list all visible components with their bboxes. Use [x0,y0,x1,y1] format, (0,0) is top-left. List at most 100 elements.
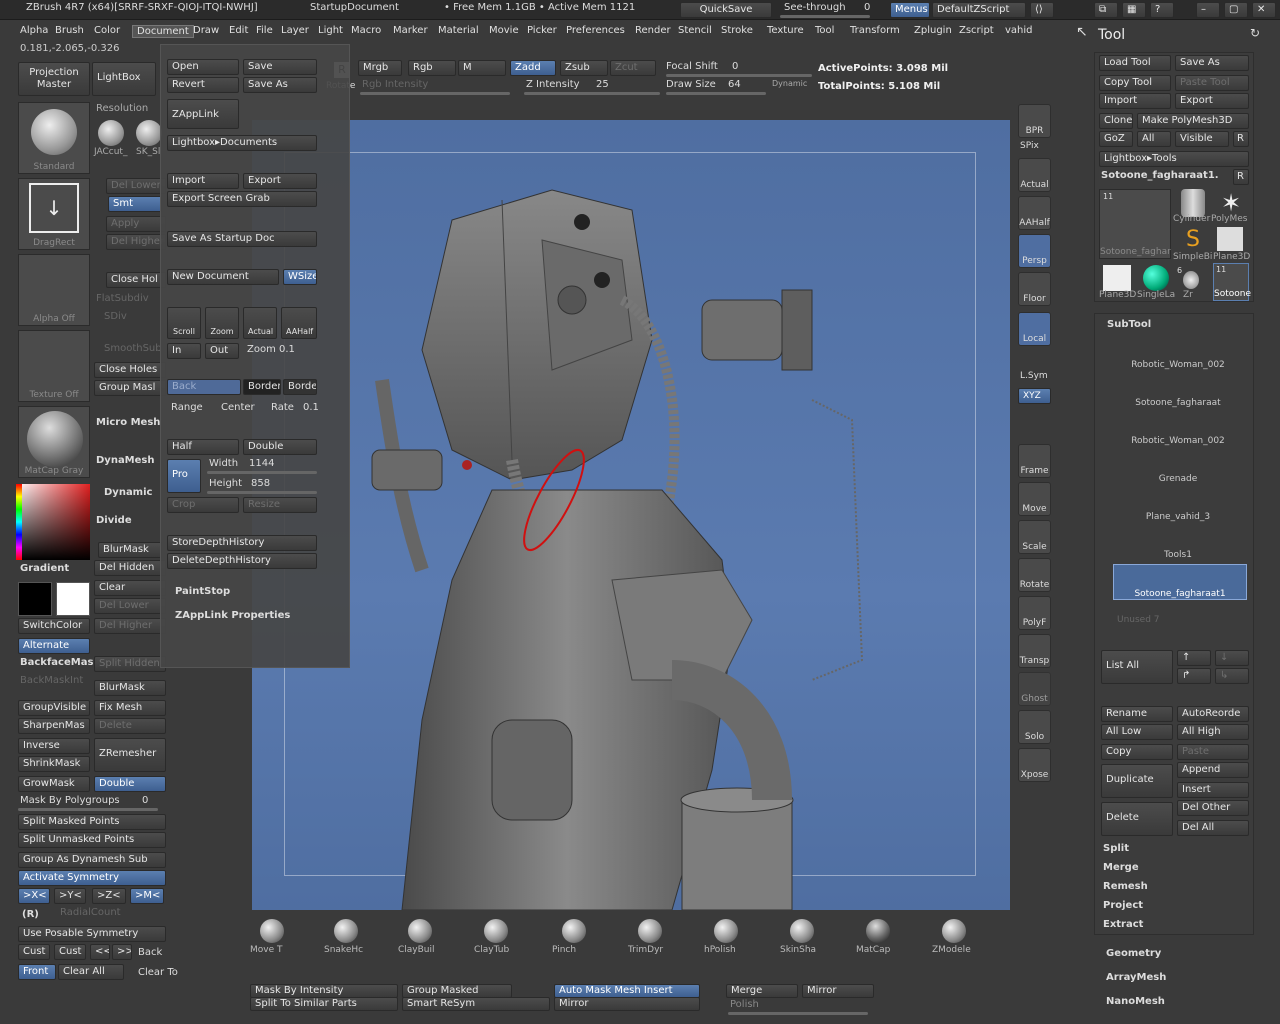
solo-button[interactable]: Solo [1018,710,1051,744]
actual-view-button[interactable]: Actual [1018,158,1051,192]
doc-export-button[interactable]: Export [243,173,317,189]
subtool-item[interactable]: Grenade [1113,448,1243,484]
make-polymesh-button[interactable]: Make PolyMesh3D [1137,113,1249,129]
del-lower-2-button[interactable]: Del Lower [94,598,166,614]
scroll-button[interactable]: Scroll [167,307,201,339]
main-color-swatch[interactable] [18,582,52,616]
tool-thumb-selected[interactable]: 11 Sotoone [1213,263,1251,301]
menu-alpha[interactable]: Alpha [20,25,48,36]
subtool-item[interactable]: Plane_vahid_3 [1113,486,1243,522]
merge-section[interactable]: Merge [1103,863,1139,873]
clear-to-label[interactable]: Clear To [138,968,178,978]
double-mask-button[interactable]: Double [94,776,166,792]
back-color-button[interactable]: Back [167,379,241,395]
insert-button[interactable]: Insert [1177,782,1249,798]
move-up-arrow-icon[interactable]: ↑ [1177,650,1211,666]
zr-thumb-icon[interactable] [1183,271,1199,289]
m-button[interactable]: M [458,60,506,76]
brush-5[interactable]: TrimDyr [628,915,688,965]
menu-preferences[interactable]: Preferences [566,25,625,36]
zoom-out-button[interactable]: Out [205,343,239,359]
save-as-startup-doc-button[interactable]: Save As Startup Doc [167,231,317,247]
transp-button[interactable]: Transp [1018,634,1051,668]
arraymesh-section[interactable]: ArrayMesh [1106,973,1166,983]
del-higher-button[interactable]: Del Higher [106,234,166,250]
border2-button[interactable]: Border2 [283,379,317,395]
turn-back-arrow-icon[interactable]: ↳ [1215,668,1249,684]
simplebrush-s-icon[interactable]: S [1181,227,1205,253]
texture-thumb[interactable]: Texture Off [18,330,90,402]
menu-draw[interactable]: Draw [193,25,219,36]
menu-stencil[interactable]: Stencil [678,25,712,36]
minimize-icon[interactable]: – [1196,2,1220,18]
frame-button[interactable]: Frame [1018,444,1051,478]
plane3d-thumb-2-icon[interactable] [1103,265,1131,291]
symmetry-y-button[interactable]: >Y< [54,888,86,904]
polyf-button[interactable]: PolyF [1018,596,1051,630]
del-hidden-button[interactable]: Del Hidden [94,560,166,576]
zapplink-properties-label[interactable]: ZAppLink Properties [175,611,290,621]
blurmask-top-button[interactable]: BlurMask [98,542,162,558]
del-lower-button[interactable]: Del Lower [106,178,166,194]
custom-2-button[interactable]: Cust [54,944,86,960]
paste-tool-button[interactable]: Paste Tool [1175,75,1249,91]
restore-icon[interactable]: ⧉ [1094,2,1118,18]
group-as-dynamesh-button[interactable]: Group As Dynamesh Sub [18,852,166,868]
goz-visible-button[interactable]: Visible [1175,131,1229,147]
z-intensity-slider[interactable] [524,92,660,95]
clone-button[interactable]: Clone [1099,113,1133,129]
menu-layer[interactable]: Layer [281,25,309,36]
move-down-arrow-icon[interactable]: ↓ [1215,650,1249,666]
micro-mesh-label[interactable]: Micro Mesh [96,418,160,428]
standard-brush-thumb[interactable]: Standard [18,102,90,174]
ghost-button[interactable]: Ghost [1018,672,1051,706]
brush-9[interactable]: ZModele [932,915,992,965]
lsym-toggle[interactable]: L.Sym [1020,372,1048,381]
append-button[interactable]: Append [1177,762,1249,778]
save-tool-as-button[interactable]: Save As [1175,55,1249,71]
resize-button[interactable]: Resize [243,497,317,513]
project-section[interactable]: Project [1103,901,1143,911]
zadd-button[interactable]: Zadd [510,60,556,76]
blurmask-button[interactable]: BlurMask [94,680,166,696]
menu-brush[interactable]: Brush [55,25,84,36]
plane3d-thumb-icon[interactable] [1217,227,1243,251]
subtool-item[interactable]: Tools1 [1113,524,1243,560]
del-higher-2-button[interactable]: Del Higher [94,618,166,634]
aahalf-button[interactable]: AAHalf [281,307,317,339]
backfacemask-label[interactable]: BackfaceMas [20,658,93,668]
brush-8[interactable]: MatCap [856,915,916,965]
brush-3[interactable]: ClayTub [474,915,534,965]
paintstop-label[interactable]: PaintStop [175,587,230,597]
rgb-intensity-slider[interactable] [360,92,510,95]
menu-render[interactable]: Render [635,25,671,36]
mask-by-intensity-button[interactable]: Mask By Intensity [250,984,398,998]
menu-file[interactable]: File [256,25,273,36]
dynamic-label[interactable]: Dynamic [104,488,152,498]
subtool-item[interactable]: Sotoone_fagharaat [1113,372,1243,408]
lightbox-documents-button[interactable]: Lightbox▸Documents [167,135,317,151]
height-slider[interactable] [207,491,317,494]
zremesher-button[interactable]: ZRemesher [94,738,166,772]
dragrect-stroke-thumb[interactable]: ↓ DragRect [18,178,90,250]
menu-marker[interactable]: Marker [393,25,428,36]
alternate-button[interactable]: Alternate [18,638,90,654]
delete-depth-history-button[interactable]: DeleteDepthHistory [167,553,317,569]
subtool-item[interactable]: Robotic_Woman_002 [1113,410,1243,446]
double-button[interactable]: Double [243,439,317,455]
zcut-button[interactable]: Zcut [610,60,656,76]
back-label[interactable]: Back [138,948,162,958]
new-document-button[interactable]: New Document [167,269,279,285]
menus-toggle[interactable]: Menus [890,2,930,18]
dynamesh-label[interactable]: DynaMesh [96,456,155,466]
quicksave-button[interactable]: QuickSave [680,2,772,18]
tool-refresh-icon[interactable]: ↻ [1250,26,1260,40]
fix-mesh-button[interactable]: Fix Mesh [94,700,166,716]
maximize-icon[interactable]: ▢ [1224,2,1248,18]
zsub-button[interactable]: Zsub [560,60,608,76]
subtool-item[interactable]: Robotic_Woman_002 [1113,334,1243,370]
save-button[interactable]: Save [243,59,317,75]
mirror-2-bottom-button[interactable]: Mirror [802,984,874,998]
radial-r-toggle[interactable]: (R) [22,910,39,920]
actual-button[interactable]: Actual [243,307,277,339]
